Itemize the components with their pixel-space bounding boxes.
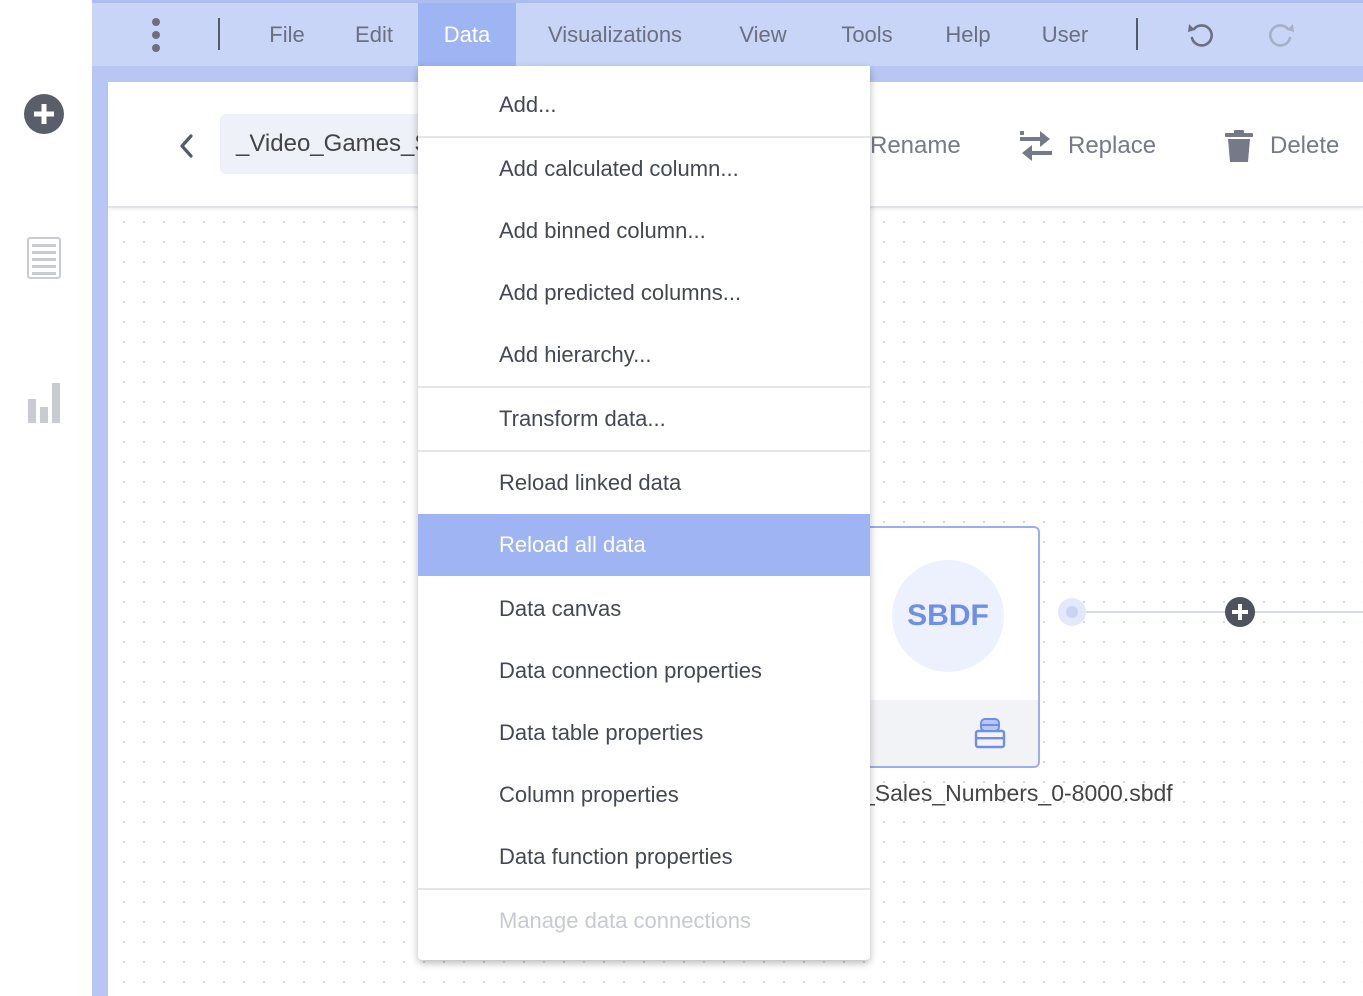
node-type-badge: SBDF <box>892 560 1004 672</box>
back-chevron-icon[interactable] <box>168 126 204 166</box>
menu-item-data-table-properties[interactable]: Data table properties <box>418 702 870 764</box>
add-transformation-icon[interactable] <box>1224 596 1256 628</box>
redo-icon[interactable] <box>1260 3 1302 66</box>
menu-item-reload-linked-data[interactable]: Reload linked data <box>418 452 870 514</box>
menu-edit[interactable]: Edit <box>340 3 408 66</box>
rename-label: Rename <box>870 132 961 159</box>
node-footer <box>852 700 1038 766</box>
menu-visualizations[interactable]: Visualizations <box>530 3 700 66</box>
replace-label: Replace <box>1068 132 1157 159</box>
menubar-separator <box>218 18 220 50</box>
replace-button[interactable]: Replace <box>1018 122 1156 170</box>
menu-item-add-hierarchy[interactable]: Add hierarchy... <box>418 324 870 386</box>
node-caption: _Sales_Numbers_0-8000.sbdf <box>862 780 1173 806</box>
menu-item-add-predicted-columns[interactable]: Add predicted columns... <box>418 262 870 324</box>
menu-item-add-binned-column[interactable]: Add binned column... <box>418 200 870 262</box>
menu-item-column-properties[interactable]: Column properties <box>418 764 870 826</box>
replace-icon <box>1020 131 1052 161</box>
menu-item-transform-data[interactable]: Transform data... <box>418 388 870 450</box>
data-table-icon[interactable] <box>22 236 66 280</box>
menu-item-add-calculated-column[interactable]: Add calculated column... <box>418 138 870 200</box>
more-options-icon[interactable] <box>138 3 174 66</box>
undo-icon[interactable] <box>1180 3 1222 66</box>
bar-chart-icon[interactable] <box>22 380 66 424</box>
database-icon <box>974 718 1006 749</box>
delete-button[interactable]: Delete <box>1222 122 1339 170</box>
menubar-separator-2 <box>1136 18 1138 50</box>
menu-item-data-connection-properties[interactable]: Data connection properties <box>418 640 870 702</box>
data-source-node[interactable]: SBDF <box>850 526 1040 768</box>
delete-label: Delete <box>1270 132 1340 159</box>
menu-item-data-canvas[interactable]: Data canvas <box>418 578 870 640</box>
menu-user[interactable]: User <box>1028 3 1102 66</box>
menu-view[interactable]: View <box>724 3 802 66</box>
left-rail <box>0 0 92 996</box>
connector-handle[interactable] <box>1058 598 1086 626</box>
menu-item-data-function-properties[interactable]: Data function properties <box>418 826 870 888</box>
menu-tools[interactable]: Tools <box>826 3 908 66</box>
trash-icon <box>1225 130 1253 162</box>
add-circle-icon[interactable] <box>22 92 66 136</box>
menu-item-reload-all-data[interactable]: Reload all data <box>418 514 870 576</box>
rail-divider <box>92 0 108 996</box>
rename-button[interactable]: Rename <box>870 122 961 170</box>
menu-help[interactable]: Help <box>930 3 1006 66</box>
menu-data[interactable]: Data <box>418 3 516 66</box>
menu-file[interactable]: File <box>252 3 322 66</box>
data-menu-dropdown: Add... Add calculated column... Add binn… <box>418 66 870 960</box>
menu-item-manage-data-connections: Manage data connections <box>499 908 751 933</box>
menu-item-add[interactable]: Add... <box>418 74 870 136</box>
